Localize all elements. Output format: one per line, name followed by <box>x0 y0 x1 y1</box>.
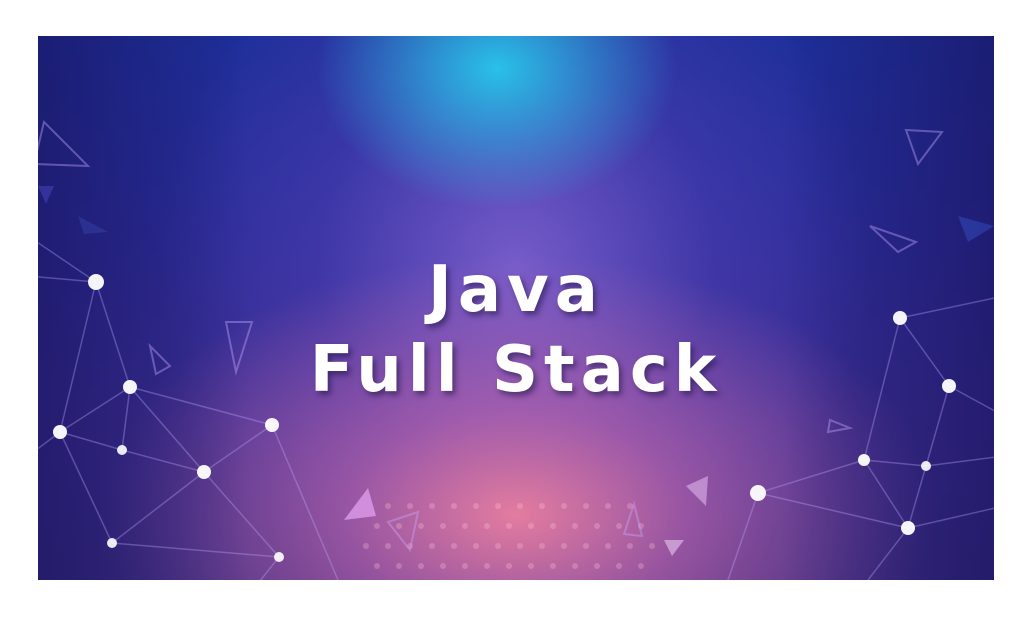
title-line-1: Java <box>428 253 604 327</box>
title-line-2: Full Stack <box>309 333 723 407</box>
halftone-dots <box>363 503 655 569</box>
course-banner: Java Full Stack <box>38 36 994 580</box>
course-title: Java Full Stack <box>38 250 994 410</box>
